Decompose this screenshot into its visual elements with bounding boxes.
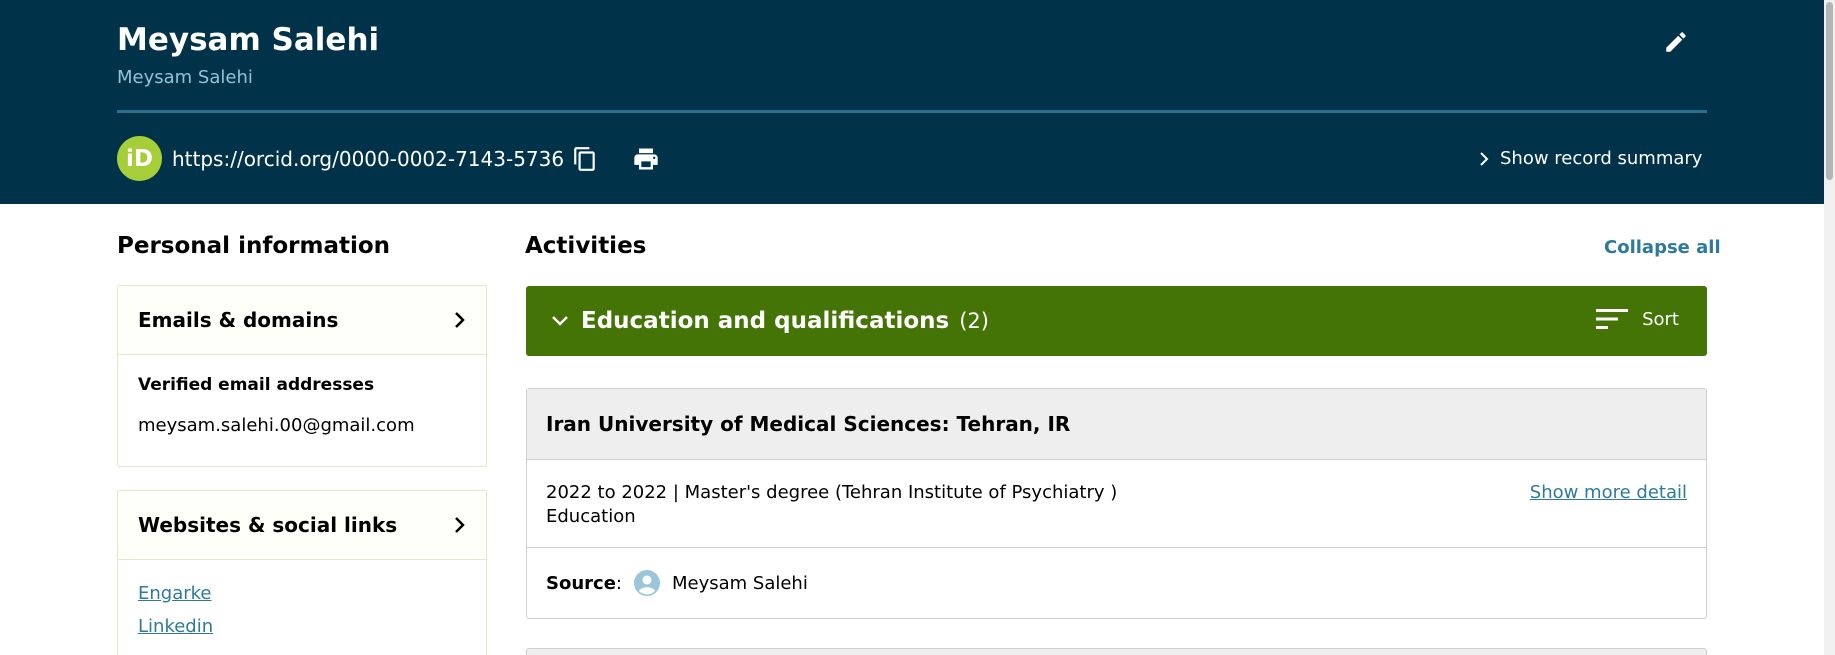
email-address: meysam.salehi.00@gmail.com xyxy=(138,415,415,436)
chevron-right-icon xyxy=(455,517,465,533)
education-count: (2) xyxy=(959,309,989,333)
emails-card-title: Emails & domains xyxy=(138,308,339,332)
websites-card-title: Websites & social links xyxy=(138,513,398,537)
scrollbar-thumb[interactable] xyxy=(1826,2,1833,180)
education-entry-detail: 2022 to 2022 | Master's degree (Tehran I… xyxy=(527,460,1706,548)
copy-button[interactable] xyxy=(570,144,600,174)
collapse-all-button[interactable]: Collapse all xyxy=(1604,237,1721,258)
show-record-summary-button[interactable]: Show record summary xyxy=(1478,148,1702,169)
sort-button[interactable]: Sort xyxy=(1596,308,1679,330)
copy-icon xyxy=(574,147,595,171)
education-entry-next xyxy=(526,648,1707,655)
header-divider xyxy=(117,110,1707,113)
user-avatar-icon xyxy=(633,570,660,596)
activities-heading: Activities xyxy=(525,233,647,259)
published-name: Meysam Salehi xyxy=(117,67,253,88)
pencil-icon xyxy=(1666,32,1686,52)
verified-emails-label: Verified email addresses xyxy=(138,375,375,395)
website-link-engarke[interactable]: Engarke xyxy=(138,583,466,604)
education-entry-dates-degree: 2022 to 2022 | Master's degree (Tehran I… xyxy=(546,482,1118,503)
orcid-url[interactable]: https://orcid.org/0000-0002-7143-5736 xyxy=(172,147,564,171)
education-entry: Iran University of Medical Sciences: Teh… xyxy=(526,388,1707,619)
orcid-id-icon: iD xyxy=(117,136,162,181)
emails-card-header[interactable]: Emails & domains xyxy=(118,286,486,355)
source-label: Source xyxy=(546,572,616,594)
sort-icon xyxy=(1596,309,1629,329)
education-section-header: Education and qualifications (2) Sort xyxy=(526,286,1707,356)
show-more-detail-link[interactable]: Show more detail xyxy=(1530,482,1687,503)
collapse-education-button[interactable] xyxy=(551,315,571,327)
education-section-title: Education and qualifications xyxy=(581,308,950,334)
website-link-linkedin[interactable]: Linkedin xyxy=(138,616,466,637)
websites-card: Websites & social links Engarke Linkedin xyxy=(117,490,487,655)
record-header: Meysam Salehi Meysam Salehi iD https://o… xyxy=(0,0,1835,204)
chevron-right-icon xyxy=(455,312,465,328)
websites-card-header[interactable]: Websites & social links xyxy=(118,491,486,560)
sort-label: Sort xyxy=(1642,308,1679,330)
source-name: Meysam Salehi xyxy=(671,572,808,594)
education-entry-title: Iran University of Medical Sciences: Teh… xyxy=(546,412,1071,436)
education-entry-source: Source: Meysam Salehi xyxy=(527,548,1706,618)
edit-name-button[interactable] xyxy=(1660,26,1692,58)
page-title: Meysam Salehi xyxy=(117,22,380,58)
print-button[interactable] xyxy=(630,144,662,174)
personal-information-heading: Personal information xyxy=(117,233,391,259)
education-entry-type: Education xyxy=(546,506,636,527)
emails-card: Emails & domains Verified email addresse… xyxy=(117,285,487,467)
show-record-summary-label: Show record summary xyxy=(1500,148,1703,169)
chevron-right-icon xyxy=(1480,151,1489,166)
printer-icon xyxy=(634,148,658,170)
chevron-down-icon xyxy=(552,316,568,326)
education-entry-header: Iran University of Medical Sciences: Teh… xyxy=(527,389,1706,460)
